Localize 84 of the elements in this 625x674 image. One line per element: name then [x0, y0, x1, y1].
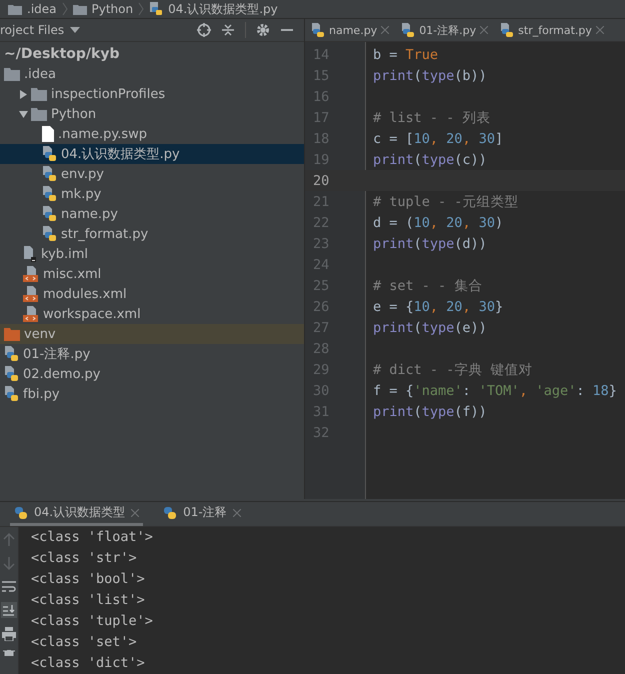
console-output-line: <class 'float'>: [31, 528, 154, 547]
tree-item[interactable]: 01-注释.py: [23, 345, 90, 363]
breadcrumb-item[interactable]: Python: [92, 1, 134, 17]
folder-icon: [31, 108, 47, 120]
tree-item[interactable]: env.py: [61, 166, 104, 182]
code-line: # dict - -字典 键值对: [373, 362, 532, 378]
folder-icon: [31, 88, 47, 100]
breadcrumb-item[interactable]: 04.认识数据类型.py: [168, 1, 278, 17]
code-line: c = [10, 20, 30]: [373, 130, 504, 146]
collapsed-arrow-icon[interactable]: [19, 90, 28, 98]
folder-icon: [4, 328, 20, 340]
soft-wrap-icon[interactable]: [2, 579, 16, 593]
scroll-to-end-icon[interactable]: [1, 602, 17, 618]
module-file-icon: [23, 246, 37, 262]
python-file-icon: [311, 22, 325, 38]
panel-title[interactable]: roject Files: [0, 23, 64, 37]
python-file-icon: [42, 166, 57, 182]
folder-icon: [8, 4, 22, 14]
print-icon[interactable]: [2, 627, 16, 641]
tree-item[interactable]: modules.xml: [43, 286, 127, 302]
file-icon: [42, 126, 54, 142]
python-icon: [14, 506, 28, 520]
python-file-icon: [401, 22, 416, 38]
tree-item[interactable]: name.py: [61, 206, 118, 222]
folder-icon: [72, 4, 87, 14]
editor-tab[interactable]: str_format.py: [494, 19, 610, 41]
code-line: f = {'name': 'TOM', 'age': 18}: [373, 382, 617, 398]
tree-item[interactable]: str_format.py: [61, 226, 148, 242]
editor-tab[interactable]: name.py: [305, 19, 396, 41]
python-file-icon: [42, 206, 57, 222]
trash-icon[interactable]: [3, 650, 15, 656]
code-line: # tuple - -元组类型: [373, 194, 518, 210]
python-file-icon: [42, 226, 57, 242]
line-number: 20: [312, 172, 330, 188]
expanded-arrow-icon[interactable]: [19, 110, 28, 118]
code-line: print(type(e)): [373, 320, 487, 336]
tree-item[interactable]: workspace.xml: [43, 306, 141, 322]
locate-icon[interactable]: [197, 23, 211, 37]
chevron-icon: [62, 2, 68, 16]
tree-item[interactable]: misc.xml: [43, 266, 102, 282]
python-file-icon: [149, 2, 164, 16]
code-line: print(type(c)): [373, 152, 487, 168]
run-tab[interactable]: 01-注释: [159, 502, 245, 526]
tree-item[interactable]: 02.demo.py: [23, 366, 100, 382]
tree-item[interactable]: Python: [51, 106, 96, 122]
xml-file-icon: [23, 286, 39, 302]
console-output-line: <class 'list'>: [31, 591, 146, 610]
dropdown-caret-icon[interactable]: [70, 27, 80, 33]
code-line: print(type(d)): [373, 236, 487, 252]
code-line: print(type(f)): [373, 404, 487, 420]
settings-icon[interactable]: [256, 23, 270, 37]
code-line: d = (10, 20, 30): [373, 214, 504, 230]
tree-item[interactable]: fbi.py: [23, 386, 60, 402]
tree-item[interactable]: .idea: [24, 66, 56, 82]
python-icon: [163, 506, 178, 520]
tree-item[interactable]: inspectionProfiles: [51, 86, 166, 102]
folder-icon: [4, 68, 20, 80]
chevron-icon: [138, 2, 144, 16]
console-output-line: <class 'str'>: [31, 549, 138, 568]
python-file-icon: [4, 386, 19, 402]
tree-item[interactable]: .name.py.swp: [58, 126, 148, 142]
tree-item[interactable]: venv: [24, 326, 56, 342]
python-file-icon: [42, 146, 57, 162]
python-file-icon: [4, 346, 19, 362]
python-file-icon: [42, 186, 57, 202]
code-line: e = {10, 20, 30}: [373, 298, 504, 314]
tree-item[interactable]: kyb.iml: [41, 246, 88, 262]
editor-tab[interactable]: 01-注释.py: [395, 19, 494, 41]
console-output-line: <class 'bool'>: [31, 570, 146, 589]
python-file-icon: [4, 366, 19, 382]
xml-file-icon: [23, 266, 39, 282]
breadcrumb-item[interactable]: .idea: [27, 1, 57, 17]
collapse-all-icon[interactable]: [221, 23, 235, 37]
code-line: b = True: [373, 46, 438, 62]
tree-item[interactable]: ~/Desktop/kyb: [4, 46, 120, 62]
code-line: print(type(b)): [373, 68, 487, 84]
console-output-line: <class 'tuple'>: [31, 612, 154, 631]
code-line: # set - - 集合: [373, 278, 482, 294]
python-file-icon: [500, 22, 514, 38]
tree-item[interactable]: mk.py: [61, 186, 102, 202]
code-line: # list - - 列表: [373, 110, 490, 126]
console-output-line: <class 'set'>: [31, 633, 138, 652]
console-output-line: <class 'dict'>: [31, 654, 146, 673]
xml-file-icon: [23, 306, 39, 322]
